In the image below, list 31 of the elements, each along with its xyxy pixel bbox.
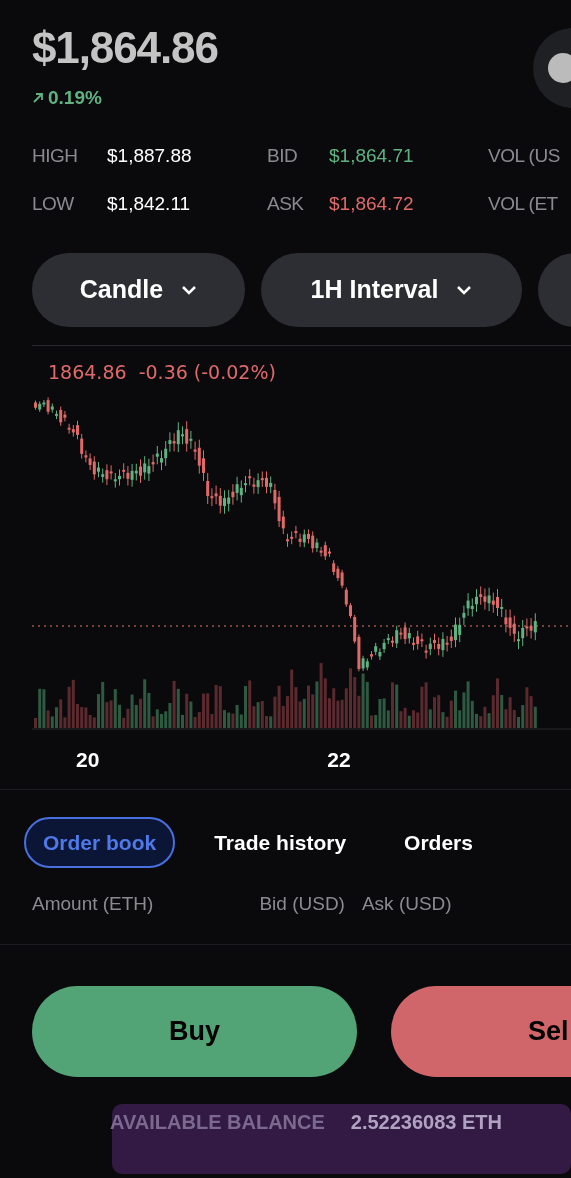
stat-value: $1,864.72: [329, 191, 415, 216]
stat-label: HIGH: [32, 143, 79, 168]
axis-label: 20: [76, 746, 100, 773]
toggle-knob-icon: [548, 53, 571, 83]
price: $1,864.86: [32, 22, 218, 74]
buy-button[interactable]: Buy: [32, 985, 357, 1077]
tab[interactable]: Trade history: [195, 817, 366, 868]
column-header: Bid (USD): [259, 892, 345, 916]
balance-label: AVAILABLE BALANCE: [110, 1109, 325, 1135]
axis-label: 22: [327, 746, 351, 773]
chevron-down-icon: [456, 284, 473, 295]
stat-value: $1,887.88: [107, 143, 193, 168]
column-header: Ask (USD): [361, 892, 452, 916]
column-header: Amount (ETH): [32, 892, 154, 916]
sell-button[interactable]: Sel: [391, 985, 571, 1077]
arrow-up-right-icon: [32, 92, 44, 105]
chart-legend: 1864.86 -0.36 (-0.02%): [48, 359, 571, 384]
dropdown-button[interactable]: 1H Interval: [261, 252, 522, 327]
tab[interactable]: Order book: [24, 817, 176, 868]
stat-label: ASK: [267, 191, 305, 216]
stat-value: $1,864.71: [329, 143, 415, 168]
balance-value: 2.52236083 ETH: [350, 1109, 503, 1135]
tab[interactable]: Orders: [385, 817, 492, 868]
price-change: 0.19%: [48, 86, 102, 110]
stat-label: BID: [267, 143, 299, 168]
stat-label: VOL (US: [488, 143, 561, 168]
stat-label: LOW: [32, 191, 75, 216]
dropdown-button[interactable]: Candle: [32, 252, 245, 327]
chevron-down-icon: [181, 284, 198, 295]
stat-value: $1,842.11: [107, 191, 192, 216]
stat-label: VOL (ET: [488, 191, 559, 216]
